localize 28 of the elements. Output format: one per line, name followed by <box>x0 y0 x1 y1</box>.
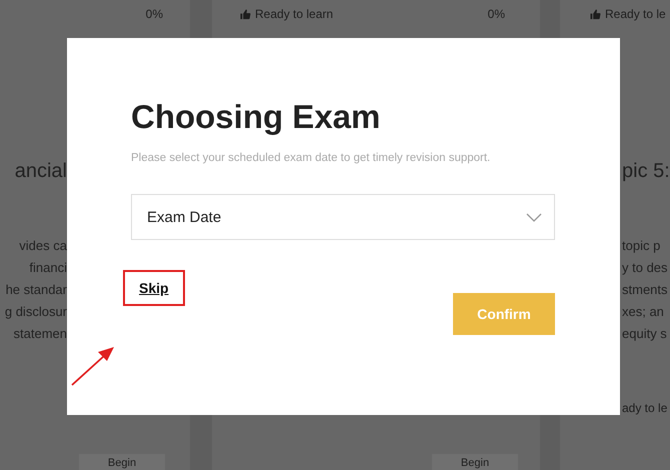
skip-link[interactable]: Skip <box>123 270 185 306</box>
card-text-line: he standar <box>6 281 67 299</box>
thumbs-up-icon <box>590 8 601 20</box>
chevron-down-icon <box>526 212 542 222</box>
card-text-line: g disclosur <box>4 303 67 321</box>
card-text-line: y to des <box>622 259 668 277</box>
begin-button[interactable]: Begin <box>432 454 518 470</box>
card-text-line: topic p <box>622 237 660 255</box>
annotation-arrow <box>71 346 115 386</box>
begin-button[interactable]: Begin <box>79 454 165 470</box>
card-text-line: vides ca <box>19 237 67 255</box>
progress-percent: 0% <box>146 7 163 21</box>
card-title: pic 5: <box>622 160 670 183</box>
card-text-line: stments <box>622 281 668 299</box>
card-text-line: statemen <box>14 325 67 343</box>
thumbs-up-icon <box>240 8 251 20</box>
status-label: Ready to le <box>590 7 666 21</box>
status-label: ady to le <box>622 401 668 415</box>
exam-date-select[interactable]: Exam Date <box>131 194 555 240</box>
card-title: ancial <box>14 160 67 183</box>
dialog-subtitle: Please select your scheduled exam date to get timely revision support. <box>131 152 492 164</box>
card-text-line: xes; an <box>622 303 664 321</box>
confirm-button[interactable]: Confirm <box>453 293 555 335</box>
dialog-title: Choosing Exam <box>131 98 382 136</box>
card-text-line: financi <box>29 259 67 277</box>
card-text-line: equity s <box>622 325 667 343</box>
status-label: Ready to learn <box>240 7 334 21</box>
progress-percent: 0% <box>488 7 505 21</box>
